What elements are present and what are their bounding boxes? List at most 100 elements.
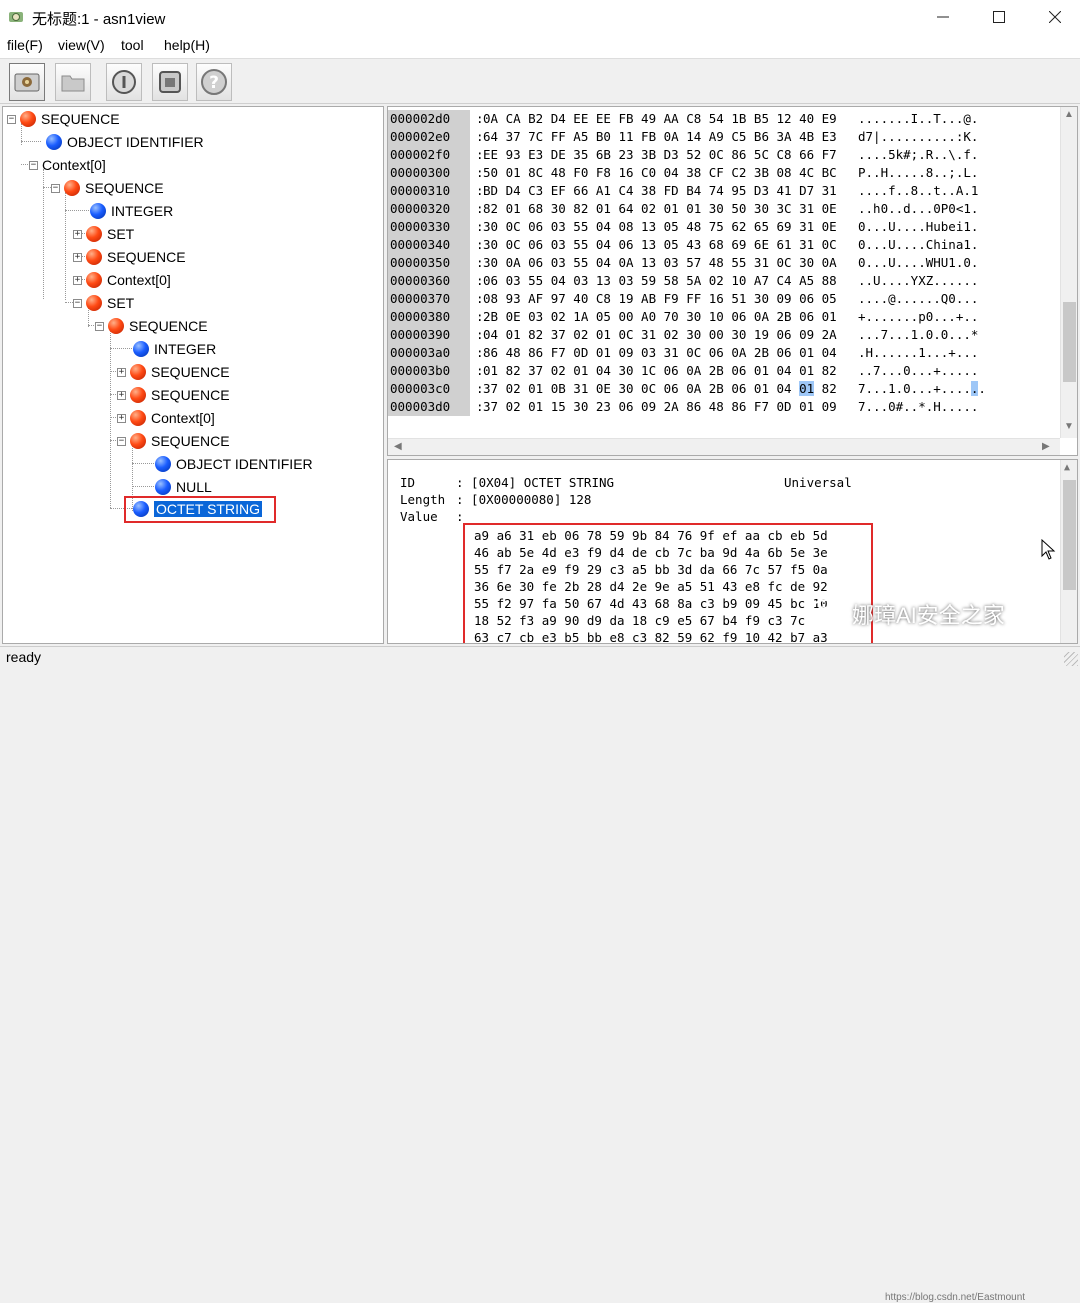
watermark-url: https://blog.csdn.net/Eastmount (885, 1292, 1026, 1303)
tree-node[interactable]: INTEGER (133, 339, 216, 359)
sequence-node-icon (86, 272, 102, 288)
tag-class: Universal (784, 475, 852, 490)
menu-bar: file(F) view(V) tool help(H) (0, 34, 1080, 58)
tree-node[interactable]: + Context[0] (73, 270, 171, 290)
close-icon (1049, 11, 1061, 23)
collapse-toggle[interactable]: − (51, 183, 60, 193)
scroll-down-icon[interactable]: ▼ (1064, 421, 1074, 432)
info-button[interactable] (106, 63, 142, 101)
tree-node[interactable]: − SET (73, 293, 134, 313)
primitive-node-icon (155, 479, 171, 495)
value-row: 63 c7 cb e3 b5 bb e8 c3 82 59 62 f9 10 4… (474, 630, 828, 644)
tree-node[interactable]: − SEQUENCE (51, 178, 164, 198)
sequence-node-icon (86, 249, 102, 265)
tree-node[interactable]: NULL (155, 477, 212, 497)
value-colon: : (456, 509, 464, 524)
expand-toggle[interactable]: + (73, 275, 82, 285)
tree-node[interactable]: − Context[0] (29, 155, 106, 175)
watermark-text: 娜璋AI安全之家 (852, 603, 1005, 628)
menu-file[interactable]: file(F) (7, 37, 43, 53)
info-vertical-scrollbar[interactable]: ▲ (1060, 460, 1077, 643)
tree-node[interactable]: INTEGER (90, 201, 173, 221)
sequence-node-icon (130, 364, 146, 380)
expand-toggle[interactable]: + (117, 390, 126, 400)
primitive-node-icon (46, 134, 62, 150)
sequence-node-icon (130, 387, 146, 403)
collapse-toggle[interactable]: − (7, 114, 16, 124)
help-button[interactable]: ? (196, 63, 232, 101)
scroll-thumb[interactable] (1063, 302, 1076, 382)
expand-toggle[interactable]: + (73, 229, 82, 239)
hex-view[interactable]: 000002d0:0A CA B2 D4 EE EE FB 49 AA C8 5… (387, 106, 1078, 456)
title-bar: 无标题:1 - asn1view (0, 0, 1080, 34)
maximize-icon (993, 11, 1005, 23)
expand-toggle[interactable]: + (117, 367, 126, 377)
tree-node[interactable]: − SEQUENCE (117, 431, 230, 451)
collapse-toggle[interactable]: − (117, 436, 126, 446)
scroll-thumb[interactable] (1063, 480, 1076, 590)
menu-view[interactable]: view(V) (58, 37, 105, 53)
highlight-box (124, 496, 276, 523)
asn1-tree[interactable]: − SEQUENCE OBJECT IDENTIFIER − Context[0] … (2, 106, 384, 644)
tree-node[interactable]: + SET (73, 224, 134, 244)
save-icon (159, 71, 181, 93)
length-value: : [0X00000080] 128 (456, 492, 592, 507)
status-bar: ready https://blog.csdn.net/Eastmount (0, 646, 1080, 1303)
close-button[interactable] (1032, 0, 1078, 34)
wechat-logo-icon (808, 599, 844, 629)
app-window: 无标题:1 - asn1view file(F) view(V) tool he… (0, 0, 1080, 1303)
scroll-up-icon[interactable]: ▲ (1064, 109, 1074, 120)
open-record-button[interactable] (9, 63, 45, 101)
id-value: : [0X04] OCTET STRING (456, 475, 615, 490)
open-record-icon (14, 73, 40, 92)
sequence-node-icon (130, 433, 146, 449)
sequence-node-icon (108, 318, 124, 334)
mouse-cursor-icon (1041, 539, 1056, 560)
collapse-toggle[interactable]: − (29, 160, 38, 170)
help-icon: ? (201, 69, 227, 95)
save-button[interactable] (152, 63, 188, 101)
collapse-toggle[interactable]: − (95, 321, 104, 331)
tree-node[interactable]: − SEQUENCE (95, 316, 208, 336)
minimize-icon (937, 16, 949, 18)
info-icon (112, 70, 136, 94)
id-label: ID (400, 475, 416, 490)
tree-node[interactable]: + SEQUENCE (73, 247, 186, 267)
app-icon (9, 12, 23, 22)
status-text: ready (6, 649, 42, 665)
toolbar: ? (0, 58, 1080, 104)
minimize-button[interactable] (920, 0, 966, 34)
tree-node[interactable]: OBJECT IDENTIFIER (46, 132, 204, 152)
window-title: 无标题:1 - asn1view (32, 11, 166, 28)
tree-node[interactable]: − SEQUENCE (7, 109, 120, 129)
value-label: Value (400, 509, 438, 524)
tree-node[interactable]: OBJECT IDENTIFIER (155, 454, 313, 474)
expand-toggle[interactable]: + (73, 252, 82, 262)
tree-node[interactable]: + SEQUENCE (117, 362, 230, 382)
expand-toggle[interactable]: + (117, 413, 126, 423)
menu-tool[interactable]: tool (121, 37, 144, 53)
tree-node[interactable]: + SEQUENCE (117, 385, 230, 405)
tree-node[interactable]: + Context[0] (117, 408, 215, 428)
watermark: 娜璋AI安全之家 (808, 598, 1005, 630)
folder-icon (61, 75, 85, 92)
scroll-up-icon[interactable]: ▲ (1064, 462, 1070, 473)
maximize-button[interactable] (976, 0, 1022, 34)
scroll-left-icon[interactable]: ◀ (394, 441, 402, 452)
sequence-node-icon (86, 295, 102, 311)
scroll-right-icon[interactable]: ▶ (1042, 441, 1050, 452)
resize-grip-icon[interactable] (1064, 652, 1078, 666)
sequence-node-icon (130, 410, 146, 426)
primitive-node-icon (155, 456, 171, 472)
length-label: Length (400, 492, 446, 507)
hex-vertical-scrollbar[interactable]: ▲ ▼ (1060, 107, 1077, 438)
selected-byte: 01 (799, 381, 815, 396)
menu-help[interactable]: help(H) (164, 37, 210, 53)
open-folder-button[interactable] (55, 63, 91, 101)
primitive-node-icon (90, 203, 106, 219)
sequence-node-icon (20, 111, 36, 127)
svg-text:?: ? (209, 73, 219, 93)
sequence-node-icon (86, 226, 102, 242)
hex-horizontal-scrollbar[interactable]: ◀ ▶ (388, 438, 1060, 455)
collapse-toggle[interactable]: − (73, 298, 82, 308)
